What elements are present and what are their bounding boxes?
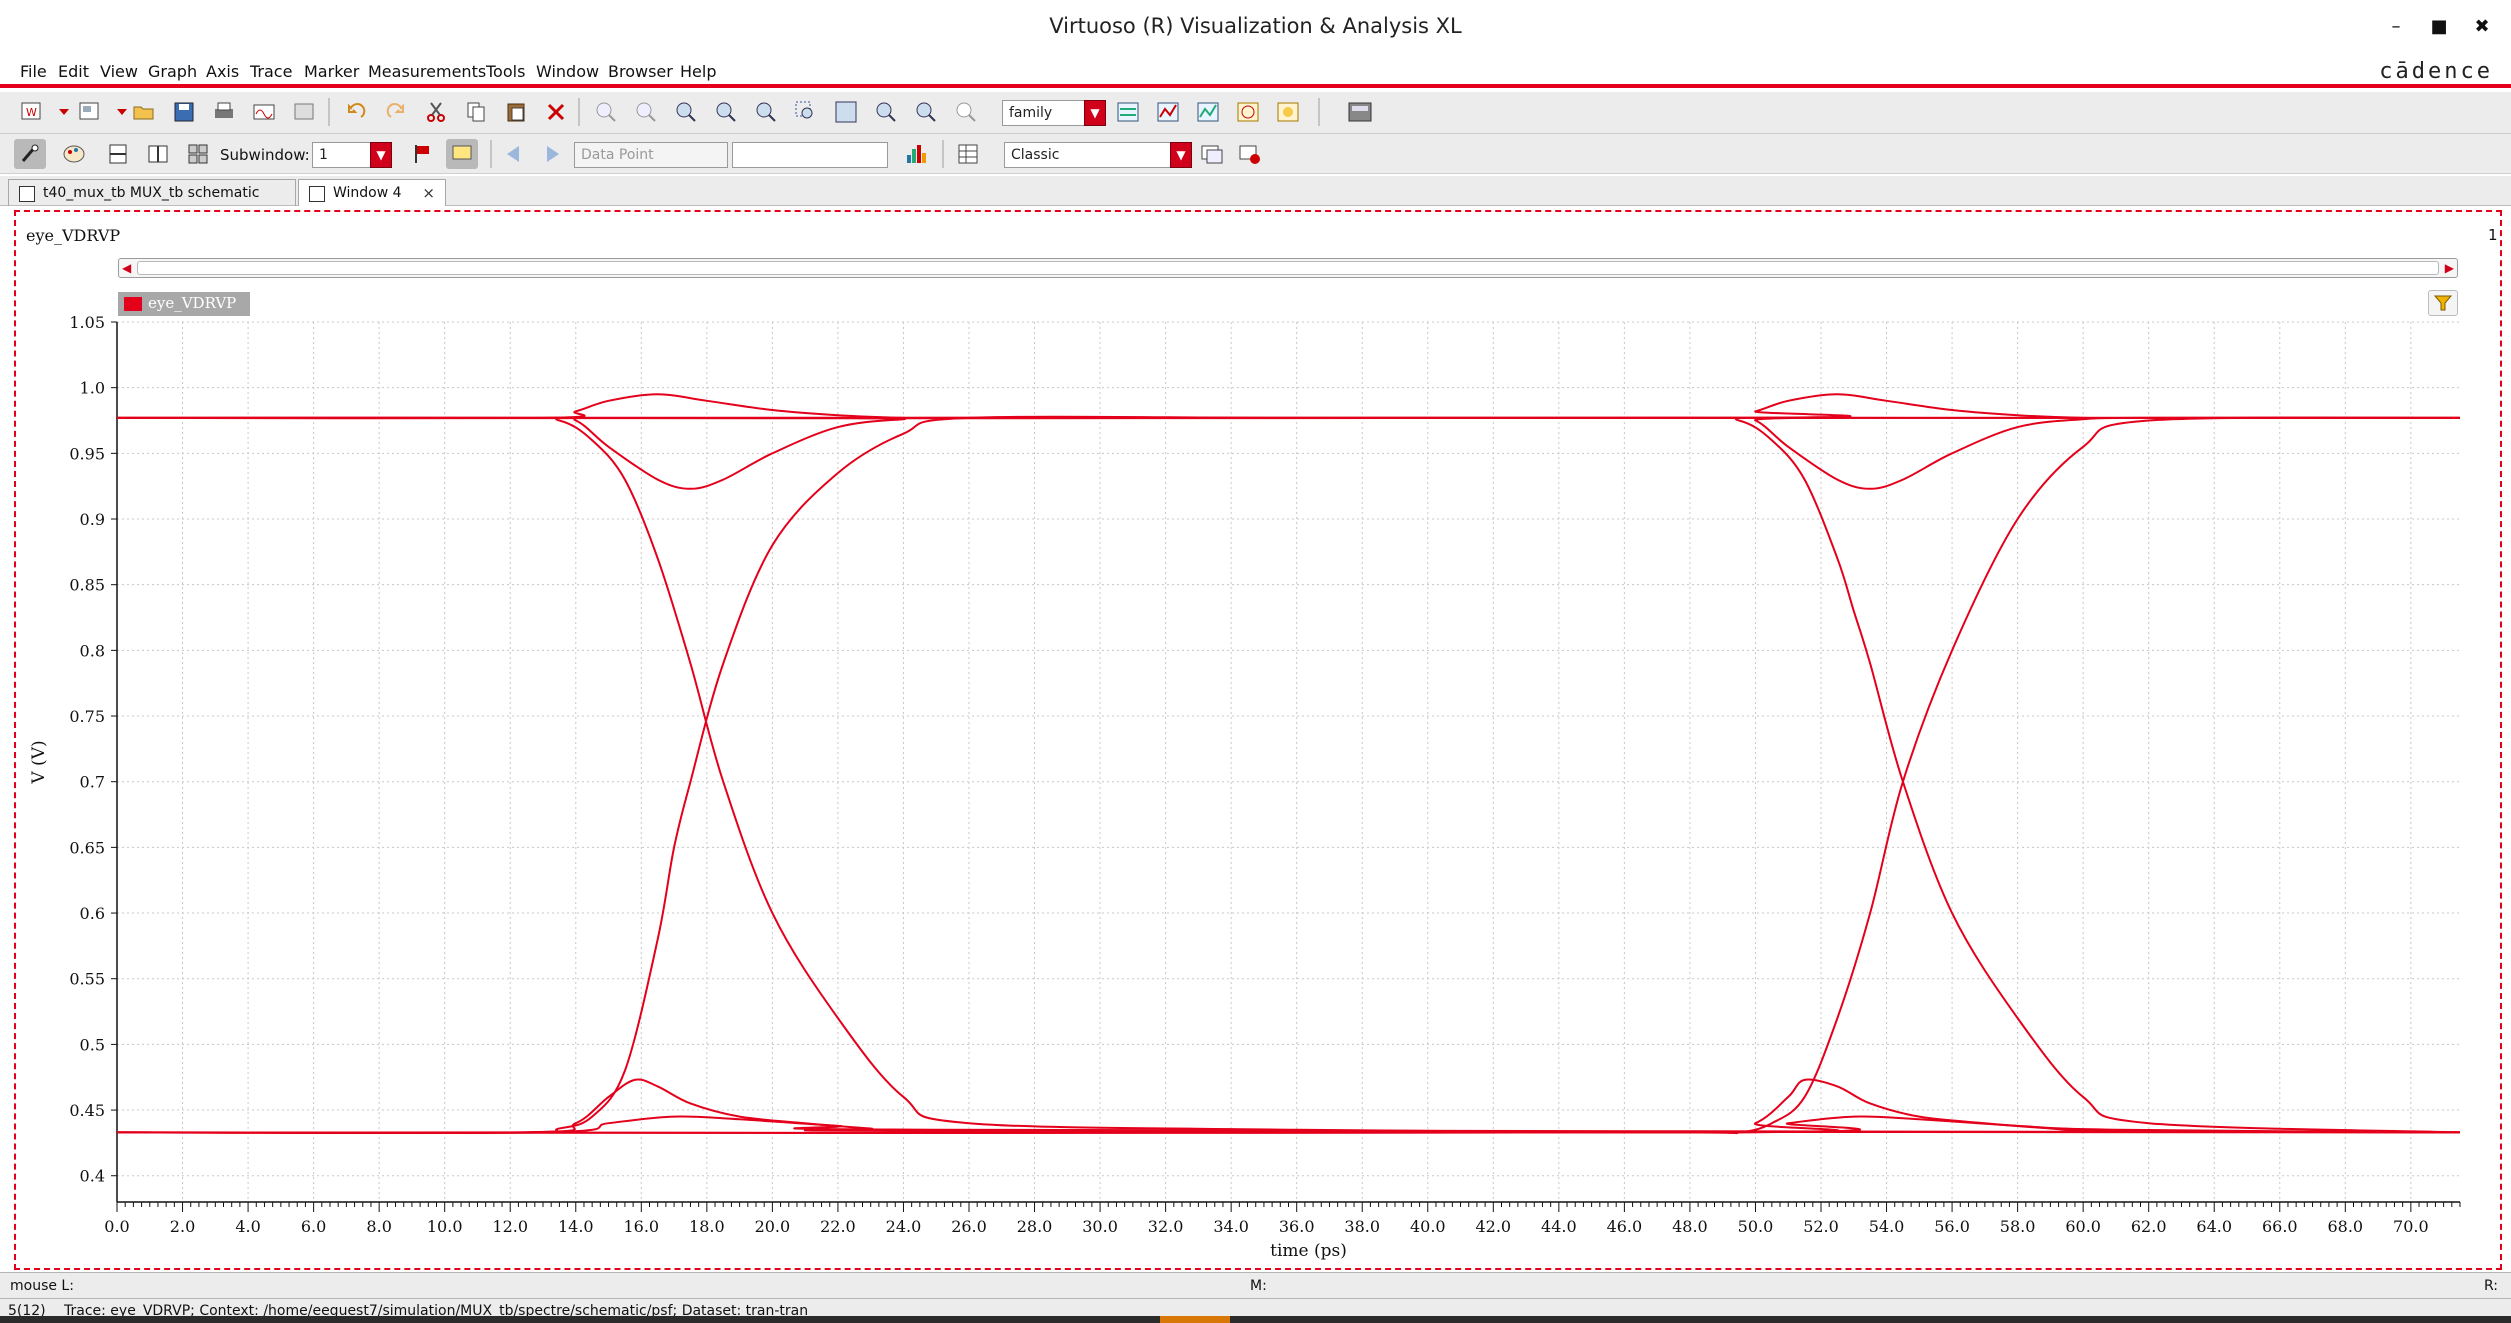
x-tick-label: 56.0 — [1934, 1217, 1970, 1236]
x-tick-label: 12.0 — [492, 1217, 528, 1236]
x-tick-label: 68.0 — [2327, 1217, 2363, 1236]
x-tick-label: 46.0 — [1607, 1217, 1643, 1236]
status-bar: mouse L: M: R: — [0, 1272, 2511, 1298]
eye-diagram-chart: 0.0 2.0 4.0 6.0 8.0 10.0 12.0 14.0 16.0 18.0 20.0 2… — [29, 313, 2461, 1261]
y-tick-label: 0.9 — [80, 510, 105, 529]
eye-trace-line — [116, 1078, 2461, 1135]
mouse-middle-label: M: — [1250, 1278, 1267, 1294]
x-axis-label: time (ps) — [1270, 1241, 1347, 1261]
y-tick-label: 0.55 — [69, 970, 105, 989]
y-tick-label: 1.05 — [69, 313, 105, 332]
x-tick-label: 2.0 — [170, 1217, 195, 1236]
x-tick-label: 34.0 — [1213, 1217, 1249, 1236]
x-tick-label: 18.0 — [689, 1217, 725, 1236]
y-tick-label: 0.7 — [80, 773, 105, 792]
y-tick-label: 1.0 — [80, 379, 105, 398]
x-tick-label: 38.0 — [1344, 1217, 1380, 1236]
y-tick-label: 0.95 — [69, 444, 105, 463]
x-tick-label: 22.0 — [820, 1217, 856, 1236]
eye-trace-line — [116, 393, 2460, 420]
x-tick-label: 16.0 — [623, 1217, 659, 1236]
x-tick-label: 40.0 — [1410, 1217, 1446, 1236]
eye-trace-line — [116, 416, 2461, 1135]
x-tick-label: 30.0 — [1082, 1217, 1118, 1236]
y-tick-label: 0.8 — [80, 641, 105, 660]
x-tick-label: 36.0 — [1279, 1217, 1315, 1236]
x-tick-label: 44.0 — [1541, 1217, 1577, 1236]
x-tick-label: 26.0 — [951, 1217, 987, 1236]
x-tick-label: 6.0 — [301, 1217, 326, 1236]
x-tick-label: 52.0 — [1803, 1217, 1839, 1236]
x-tick-label: 0.0 — [104, 1217, 129, 1236]
x-tick-label: 66.0 — [2262, 1217, 2298, 1236]
x-tick-label: 42.0 — [1475, 1217, 1511, 1236]
x-tick-label: 58.0 — [2000, 1217, 2036, 1236]
x-tick-label: 48.0 — [1672, 1217, 1708, 1236]
x-tick-label: 62.0 — [2131, 1217, 2167, 1236]
x-tick-label: 32.0 — [1148, 1217, 1184, 1236]
x-tick-label: 24.0 — [886, 1217, 922, 1236]
eye-trace-line — [116, 415, 2461, 1134]
y-tick-label: 0.65 — [69, 838, 105, 857]
taskbar-strip — [0, 1316, 2511, 1323]
mouse-right-label: R: — [2484, 1278, 2499, 1294]
mouse-left-label: mouse L: — [10, 1278, 74, 1294]
x-tick-label: 50.0 — [1738, 1217, 1774, 1236]
eye-trace-line — [116, 393, 2460, 420]
y-tick-label: 0.85 — [69, 576, 105, 595]
y-tick-label: 0.5 — [80, 1035, 105, 1054]
x-tick-label: 60.0 — [2065, 1217, 2101, 1236]
y-axis-label: V (V) — [29, 740, 49, 784]
x-tick-label: 64.0 — [2196, 1217, 2232, 1236]
x-tick-label: 54.0 — [1869, 1217, 1905, 1236]
eye-trace-line — [116, 1078, 2461, 1135]
x-tick-label: 4.0 — [235, 1217, 260, 1236]
x-tick-label: 28.0 — [1017, 1217, 1053, 1236]
y-tick-label: 0.45 — [69, 1101, 105, 1120]
y-tick-label: 0.4 — [80, 1167, 105, 1186]
y-tick-label: 0.75 — [69, 707, 105, 726]
y-tick-label: 0.6 — [80, 904, 105, 923]
x-tick-label: 14.0 — [558, 1217, 594, 1236]
x-tick-label: 20.0 — [755, 1217, 791, 1236]
x-tick-label: 10.0 — [427, 1217, 463, 1236]
x-tick-label: 70.0 — [2393, 1217, 2429, 1236]
x-tick-label: 8.0 — [366, 1217, 391, 1236]
